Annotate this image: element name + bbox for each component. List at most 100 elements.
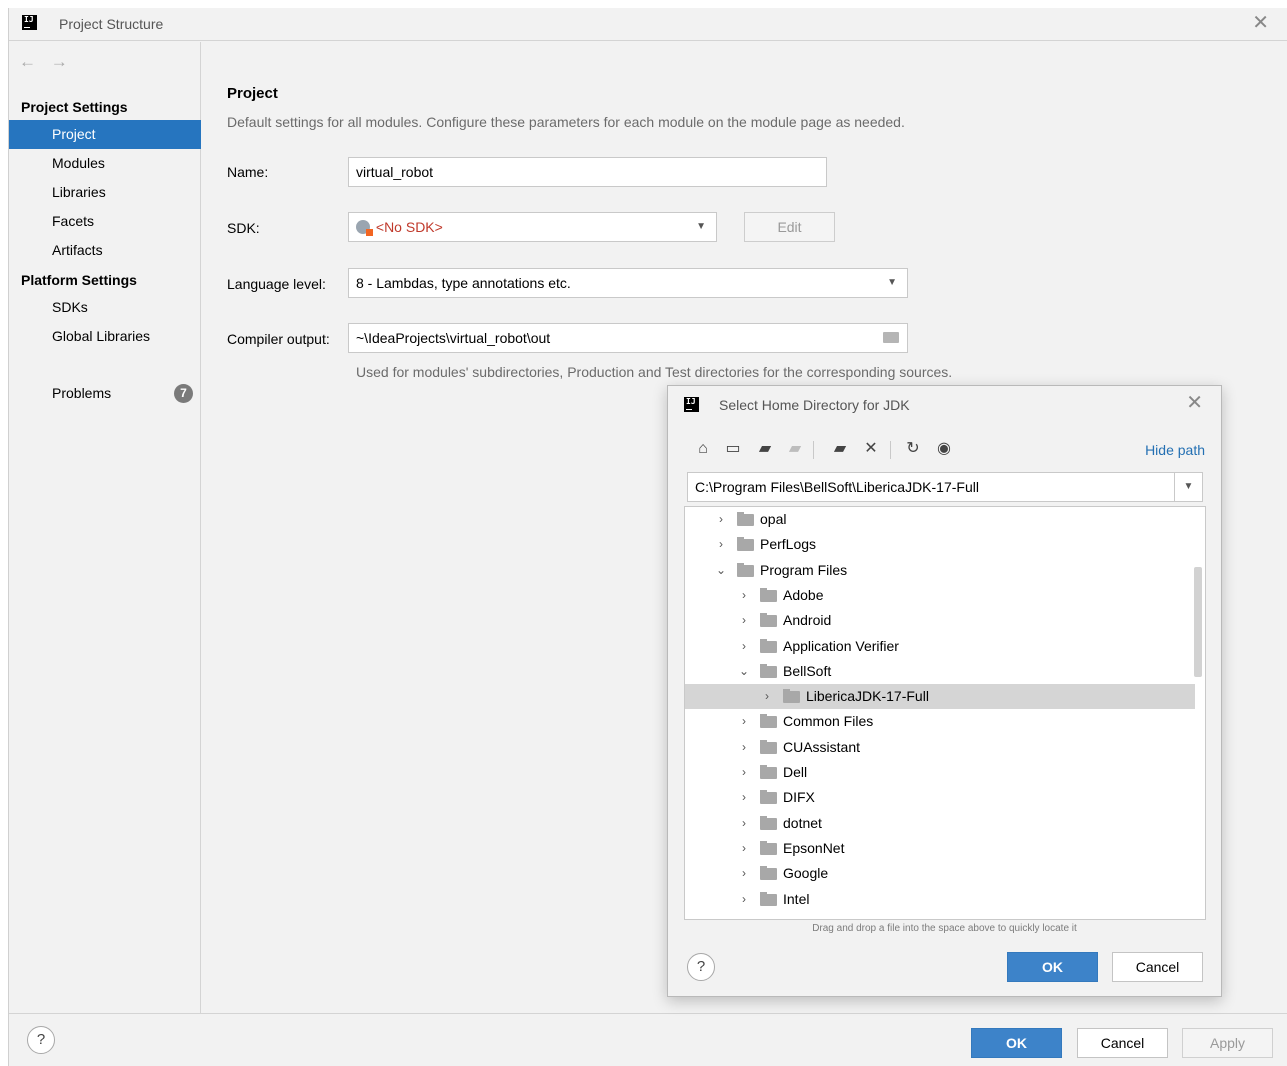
intellij-logo-icon: IJ <box>22 15 37 30</box>
bottom-bar: ? OK Cancel Apply <box>9 1013 1287 1066</box>
chevron-down-icon: ▼ <box>887 277 897 288</box>
chevron-right-icon[interactable]: › <box>738 861 750 886</box>
chevron-right-icon[interactable]: › <box>715 532 727 557</box>
chevron-right-icon[interactable]: › <box>738 709 750 734</box>
tree-row[interactable]: › Application Verifier <box>685 634 1195 659</box>
tree-scrollbar[interactable] <box>1194 567 1202 677</box>
tree-row[interactable]: › EpsonNet <box>685 836 1195 861</box>
desktop-icon[interactable]: ▭ <box>723 439 743 459</box>
edit-sdk-button[interactable]: Edit <box>744 212 835 242</box>
sidebar-item-sdks[interactable]: SDKs <box>9 293 201 322</box>
chevron-down-icon[interactable]: ⌄ <box>738 659 750 684</box>
chevron-right-icon[interactable]: › <box>738 735 750 760</box>
tree-row[interactable]: › Dell <box>685 760 1195 785</box>
toolbar-separator <box>813 441 814 459</box>
name-label: Name: <box>227 164 269 180</box>
sidebar-item-global-libraries[interactable]: Global Libraries <box>9 322 201 351</box>
refresh-icon[interactable]: ↻ <box>903 439 923 459</box>
help-icon[interactable]: ? <box>687 953 715 981</box>
tree-row[interactable]: › Intel <box>685 887 1195 912</box>
problems-label: Problems <box>52 385 112 401</box>
directory-tree[interactable]: › opal › PerfLogs ⌄ Program Files › Adobe › Andro… <box>684 506 1206 920</box>
page-description: Default settings for all modules. Config… <box>227 114 905 130</box>
chevron-right-icon[interactable]: › <box>738 608 750 633</box>
folder-name: Android <box>783 612 832 628</box>
sdk-dropdown[interactable]: <No SDK> ▼ <box>348 212 717 242</box>
dialog-cancel-button[interactable]: Cancel <box>1112 952 1203 982</box>
problems-count-badge: 7 <box>174 384 193 403</box>
folder-icon <box>737 563 754 577</box>
compiler-output-field[interactable]: ~\IdeaProjects\virtual_robot\out <box>348 323 908 353</box>
select-jdk-dialog: IJ Select Home Directory for JDK ✕ ⌂ ▭ ▰… <box>667 385 1222 997</box>
home-icon[interactable]: ⌂ <box>693 439 713 459</box>
hide-path-link[interactable]: Hide path <box>1145 442 1205 458</box>
tree-row[interactable]: › Common Files <box>685 709 1195 734</box>
sidebar-item-libraries[interactable]: Libraries <box>9 178 201 207</box>
tree-row[interactable]: ⌄ BellSoft <box>685 659 1195 684</box>
chevron-right-icon[interactable]: › <box>738 836 750 861</box>
tree-row[interactable]: › Android <box>685 608 1195 633</box>
chevron-right-icon[interactable]: › <box>738 583 750 608</box>
tree-row[interactable]: › Google <box>685 861 1195 886</box>
browse-folder-icon[interactable] <box>883 332 899 343</box>
tree-row[interactable]: › dotnet <box>685 811 1195 836</box>
tree-row[interactable]: › opal <box>685 507 1195 532</box>
name-field[interactable]: virtual_robot <box>348 157 827 187</box>
ok-button[interactable]: OK <box>971 1028 1062 1058</box>
folder-icon <box>783 689 800 703</box>
folder-icon <box>760 664 777 678</box>
tree-row[interactable]: › DIFX <box>685 785 1195 810</box>
sidebar: ← → Project Settings Project Modules Lib… <box>9 42 201 1013</box>
compiler-output-value: ~\IdeaProjects\virtual_robot\out <box>356 330 551 346</box>
help-icon[interactable]: ? <box>27 1026 55 1054</box>
sidebar-item-facets[interactable]: Facets <box>9 207 201 236</box>
tree-row[interactable]: ⌄ Program Files <box>685 558 1195 583</box>
path-input[interactable]: C:\Program Files\BellSoft\LibericaJDK-17… <box>687 472 1203 502</box>
sidebar-item-problems[interactable]: Problems 7 <box>9 379 201 408</box>
chevron-down-icon[interactable]: ▼ <box>1174 473 1202 501</box>
tree-row[interactable]: › LibericaJDK-17-Full <box>685 684 1195 709</box>
chevron-down-icon[interactable]: ⌄ <box>715 558 727 583</box>
language-level-label: Language level: <box>227 276 326 292</box>
compiler-output-label: Compiler output: <box>227 331 330 347</box>
language-level-dropdown[interactable]: 8 - Lambdas, type annotations etc. ▼ <box>348 268 908 298</box>
module-folder-icon[interactable]: ▰ <box>785 439 805 459</box>
new-folder-icon[interactable]: ▰ <box>830 439 850 459</box>
cancel-button[interactable]: Cancel <box>1077 1028 1168 1058</box>
chevron-right-icon[interactable]: › <box>715 507 727 532</box>
chevron-right-icon[interactable]: › <box>738 634 750 659</box>
folder-icon <box>760 841 777 855</box>
platform-settings-heading: Platform Settings <box>21 272 137 288</box>
folder-name: dotnet <box>783 815 822 831</box>
forward-arrow-icon[interactable]: → <box>51 52 68 71</box>
show-hidden-icon[interactable]: ◉ <box>934 439 954 459</box>
chevron-right-icon[interactable]: › <box>738 811 750 836</box>
chevron-down-icon: ▼ <box>696 221 706 232</box>
folder-icon <box>760 740 777 754</box>
delete-icon[interactable]: ✕ <box>861 439 881 459</box>
chevron-right-icon[interactable]: › <box>738 887 750 912</box>
sdk-warning-icon <box>356 220 373 236</box>
sidebar-item-modules[interactable]: Modules <box>9 149 201 178</box>
tree-row[interactable]: › CUAssistant <box>685 735 1195 760</box>
close-icon[interactable]: ✕ <box>1186 392 1203 414</box>
project-folder-icon[interactable]: ▰ <box>755 439 775 459</box>
folder-name: DIFX <box>783 789 815 805</box>
chevron-right-icon[interactable]: › <box>738 785 750 810</box>
dialog-ok-button[interactable]: OK <box>1007 952 1098 982</box>
folder-icon <box>737 537 754 551</box>
chevron-right-icon[interactable]: › <box>761 684 773 709</box>
folder-icon <box>760 892 777 906</box>
folder-name: Dell <box>783 764 808 780</box>
apply-button[interactable]: Apply <box>1182 1028 1273 1058</box>
tree-row[interactable]: › Adobe <box>685 583 1195 608</box>
close-icon[interactable]: ✕ <box>1252 12 1269 34</box>
tree-row[interactable]: › PerfLogs <box>685 532 1195 557</box>
sidebar-item-artifacts[interactable]: Artifacts <box>9 236 201 265</box>
folder-icon <box>760 588 777 602</box>
chevron-right-icon[interactable]: › <box>738 760 750 785</box>
back-arrow-icon[interactable]: ← <box>19 52 36 71</box>
sidebar-item-project[interactable]: Project <box>9 120 201 149</box>
folder-icon <box>760 866 777 880</box>
window-title: Project Structure <box>59 16 164 32</box>
